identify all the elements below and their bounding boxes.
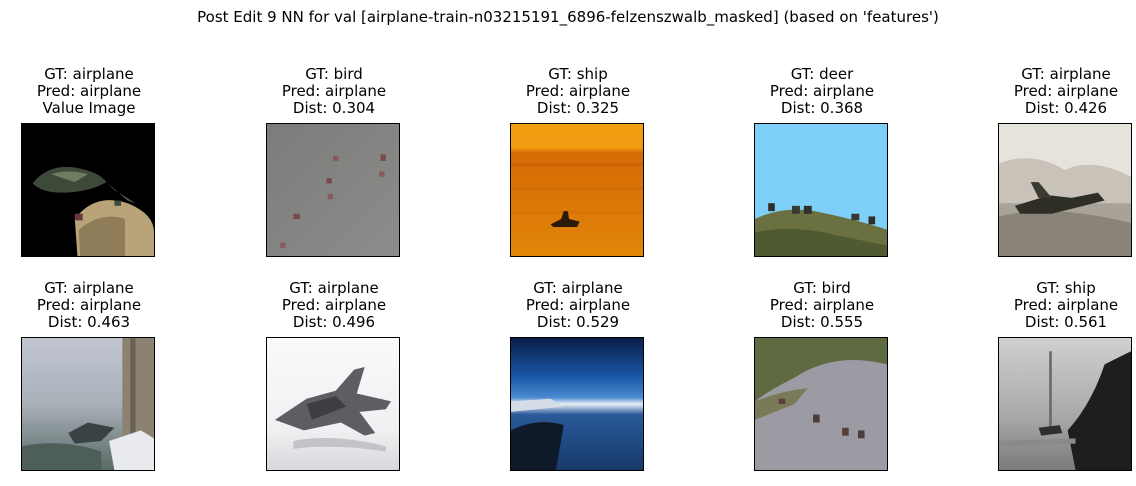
- panel-caption: GT: airplane Pred: airplane Value Image: [0, 66, 179, 117]
- neighbor-thumbnail: [21, 337, 155, 471]
- pred-label: Pred: airplane: [1013, 296, 1119, 314]
- panel-caption: GT: ship Pred: airplane Dist: 0.325: [488, 66, 668, 117]
- pred-label: Pred: airplane: [36, 82, 142, 100]
- pred-label: Pred: airplane: [525, 82, 631, 100]
- distance-label: Dist: 0.561: [1024, 313, 1108, 331]
- panel-caption: GT: airplane Pred: airplane Dist: 0.496: [244, 280, 424, 331]
- gt-label: GT: airplane: [44, 279, 134, 297]
- distance-label: Dist: 0.463: [47, 313, 131, 331]
- neighbor-thumbnail: [998, 123, 1132, 257]
- value-image-thumbnail: [21, 123, 155, 257]
- distance-label: Dist: 0.368: [780, 99, 864, 117]
- panel-caption: GT: deer Pred: airplane Dist: 0.368: [732, 66, 912, 117]
- gt-label: GT: airplane: [44, 65, 134, 83]
- gt-label: GT: airplane: [289, 279, 379, 297]
- gt-label: GT: airplane: [1021, 65, 1111, 83]
- pred-label: Pred: airplane: [36, 296, 142, 314]
- gt-label: GT: deer: [790, 65, 854, 83]
- panel-caption: GT: airplane Pred: airplane Dist: 0.529: [488, 280, 668, 331]
- distance-label: Dist: 0.555: [780, 313, 864, 331]
- neighbor-thumbnail: [754, 337, 888, 471]
- distance-label: Dist: 0.325: [536, 99, 620, 117]
- pred-label: Pred: airplane: [1013, 82, 1119, 100]
- panel-caption: GT: airplane Pred: airplane Dist: 0.463: [0, 280, 179, 331]
- neighbor-thumbnail: [510, 123, 644, 257]
- gt-label: GT: ship: [1036, 279, 1096, 297]
- distance-label: Dist: 0.304: [292, 99, 376, 117]
- panel-caption: GT: bird Pred: airplane Dist: 0.555: [732, 280, 912, 331]
- neighbor-thumbnail: [998, 337, 1132, 471]
- neighbor-thumbnail: [266, 337, 400, 471]
- pred-label: Pred: airplane: [525, 296, 631, 314]
- gt-label: GT: ship: [548, 65, 608, 83]
- gt-label: GT: bird: [793, 279, 851, 297]
- panel-caption: GT: bird Pred: airplane Dist: 0.304: [244, 66, 424, 117]
- neighbor-thumbnail: [754, 123, 888, 257]
- neighbor-thumbnail: [266, 123, 400, 257]
- pred-label: Pred: airplane: [281, 82, 387, 100]
- panel-caption: GT: ship Pred: airplane Dist: 0.561: [976, 280, 1136, 331]
- neighbor-thumbnail: [510, 337, 644, 471]
- panel-caption: GT: airplane Pred: airplane Dist: 0.426: [976, 66, 1136, 117]
- pred-label: Pred: airplane: [769, 82, 875, 100]
- distance-label: Dist: 0.529: [536, 313, 620, 331]
- pred-label: Pred: airplane: [769, 296, 875, 314]
- distance-label: Dist: 0.496: [292, 313, 376, 331]
- pred-label: Pred: airplane: [281, 296, 387, 314]
- gt-label: GT: airplane: [533, 279, 623, 297]
- distance-label: Dist: 0.426: [1024, 99, 1108, 117]
- value-image-label: Value Image: [42, 99, 136, 117]
- figure-title: Post Edit 9 NN for val [airplane-train-n…: [197, 8, 939, 26]
- gt-label: GT: bird: [305, 65, 363, 83]
